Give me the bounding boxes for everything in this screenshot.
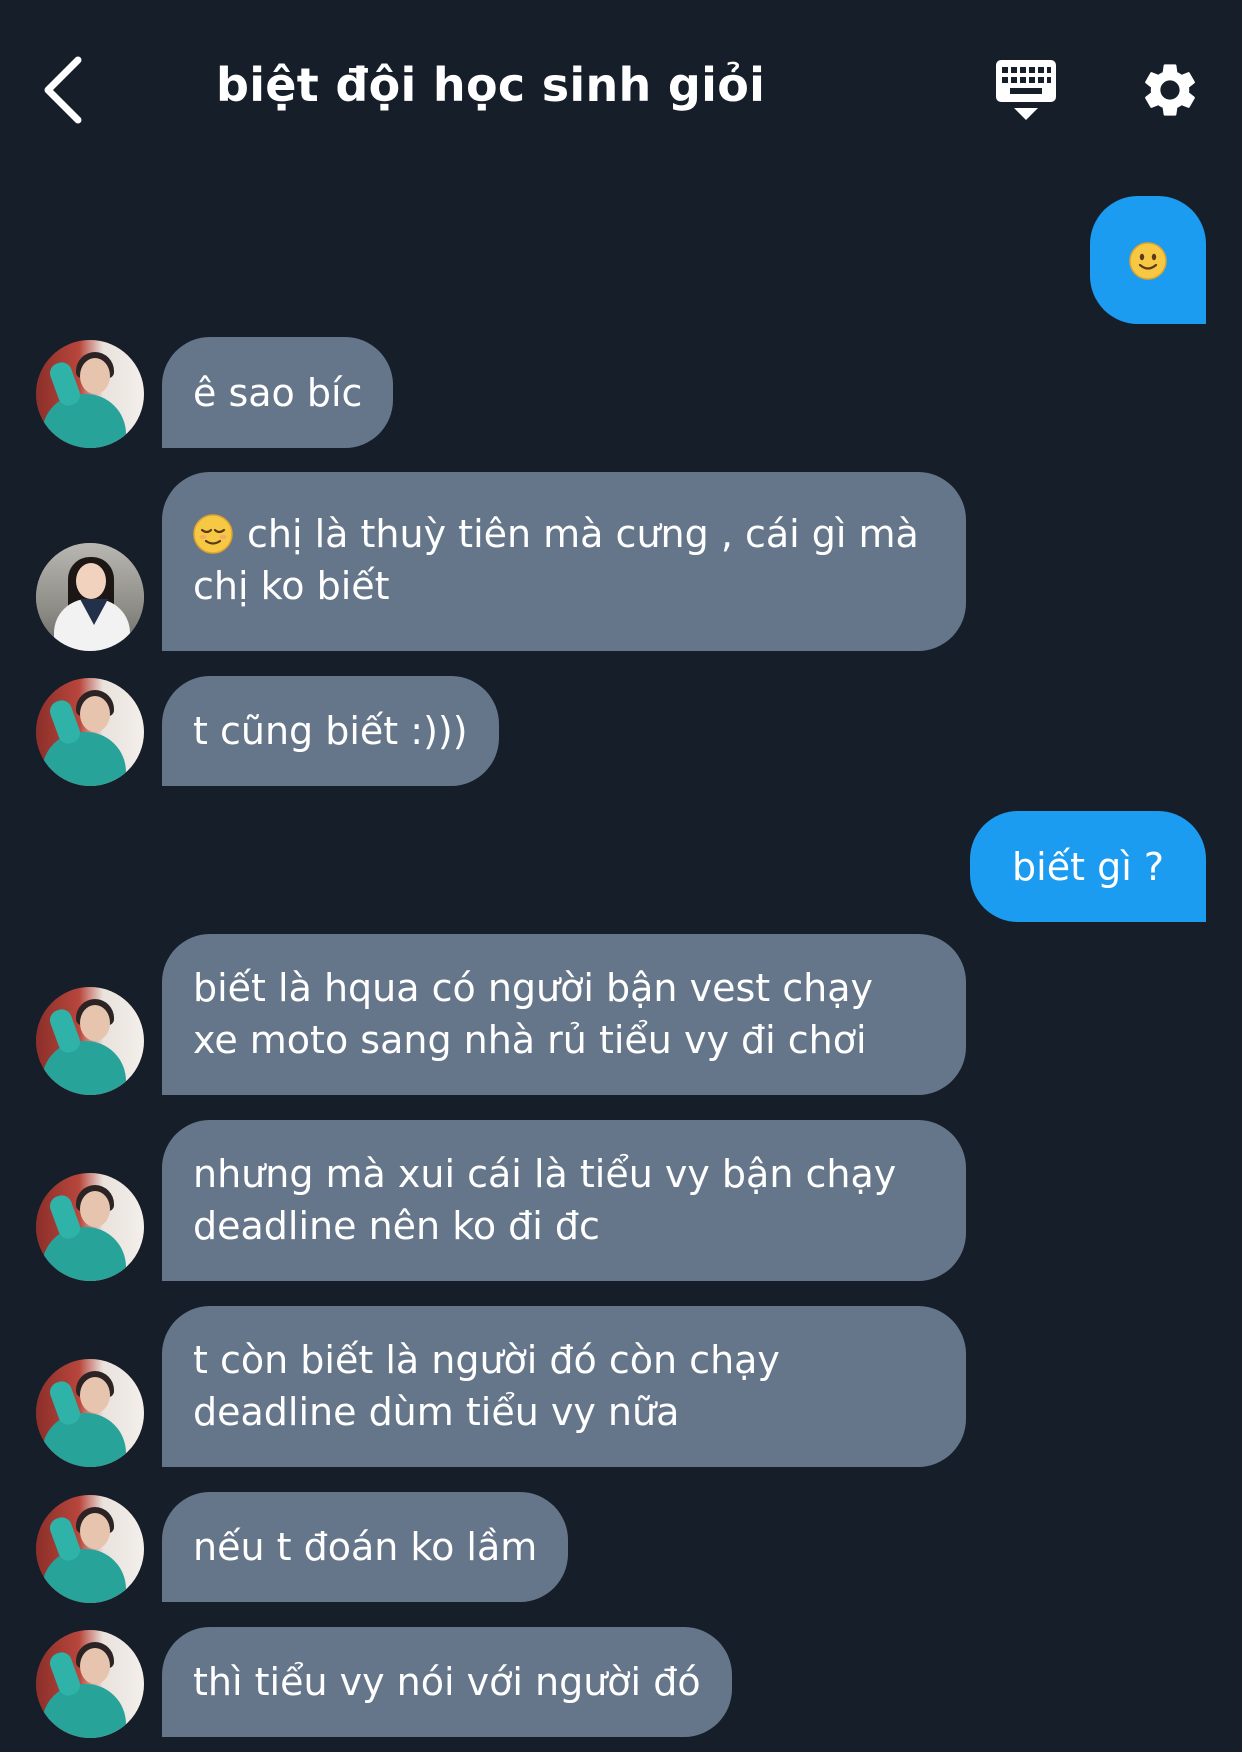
message-text: ê sao bíc xyxy=(193,371,363,415)
message-text: xe moto sang nhà rủ tiểu vy đi chơi xyxy=(193,1018,867,1062)
chevron-left-icon xyxy=(44,56,82,124)
message-line: chị là thuỳ tiên mà cưng , cái gì mà xyxy=(193,508,935,560)
sender-avatar[interactable] xyxy=(36,1173,144,1281)
incoming-message[interactable]: nếu t đoán ko lầm xyxy=(162,1492,569,1602)
incoming-message[interactable]: thì tiểu vy nói với người đó xyxy=(162,1627,732,1737)
message-text: chị ko biết xyxy=(193,564,390,608)
incoming-message[interactable]: t cũng biết :))) xyxy=(162,676,499,786)
chat-header: biệt đội học sinh giỏi xyxy=(0,0,1242,180)
gear-icon xyxy=(1145,64,1195,116)
conversation-title: biệt đội học sinh giỏi xyxy=(216,58,766,112)
sender-avatar[interactable] xyxy=(36,678,144,786)
sender-avatar[interactable] xyxy=(36,1630,144,1738)
message-text: t cũng biết :))) xyxy=(193,709,468,753)
relieved-face-icon xyxy=(193,514,233,554)
incoming-message[interactable]: t còn biết là người đó còn chạy deadline… xyxy=(162,1306,966,1467)
outgoing-message[interactable]: biết gì ? xyxy=(970,811,1206,922)
message-text: nhưng mà xui cái là tiểu vy bận chạy xyxy=(193,1152,897,1196)
message-text: t còn biết là người đó còn chạy xyxy=(193,1338,780,1382)
message-text: deadline dùm tiểu vy nữa xyxy=(193,1390,680,1434)
incoming-message[interactable]: biết là hqua có người bận vest chạy xe m… xyxy=(162,934,966,1095)
sender-avatar[interactable] xyxy=(36,987,144,1095)
sender-avatar[interactable] xyxy=(36,1495,144,1603)
message-text: chị là thuỳ tiên mà cưng , cái gì mà xyxy=(247,512,919,556)
sender-avatar[interactable] xyxy=(36,340,144,448)
settings-button[interactable] xyxy=(1138,58,1202,122)
sender-avatar[interactable] xyxy=(36,1359,144,1467)
back-button[interactable] xyxy=(36,50,100,130)
message-text: thì tiểu vy nói với người đó xyxy=(193,1660,701,1704)
keyboard-icon xyxy=(996,60,1056,120)
sender-avatar[interactable] xyxy=(36,543,144,651)
message-text: biết gì ? xyxy=(1012,845,1164,889)
keyboard-button[interactable] xyxy=(992,58,1060,124)
incoming-message[interactable]: ê sao bíc xyxy=(162,337,394,448)
slightly-smiling-face-icon xyxy=(1129,241,1167,280)
message-text: biết là hqua có người bận vest chạy xyxy=(193,966,873,1010)
outgoing-message[interactable] xyxy=(1090,196,1206,324)
incoming-message[interactable]: nhưng mà xui cái là tiểu vy bận chạy dea… xyxy=(162,1120,966,1281)
message-text: nếu t đoán ko lầm xyxy=(193,1525,538,1569)
incoming-message[interactable]: chị là thuỳ tiên mà cưng , cái gì mà chị… xyxy=(162,472,966,651)
message-text: deadline nên ko đi đc xyxy=(193,1204,600,1248)
